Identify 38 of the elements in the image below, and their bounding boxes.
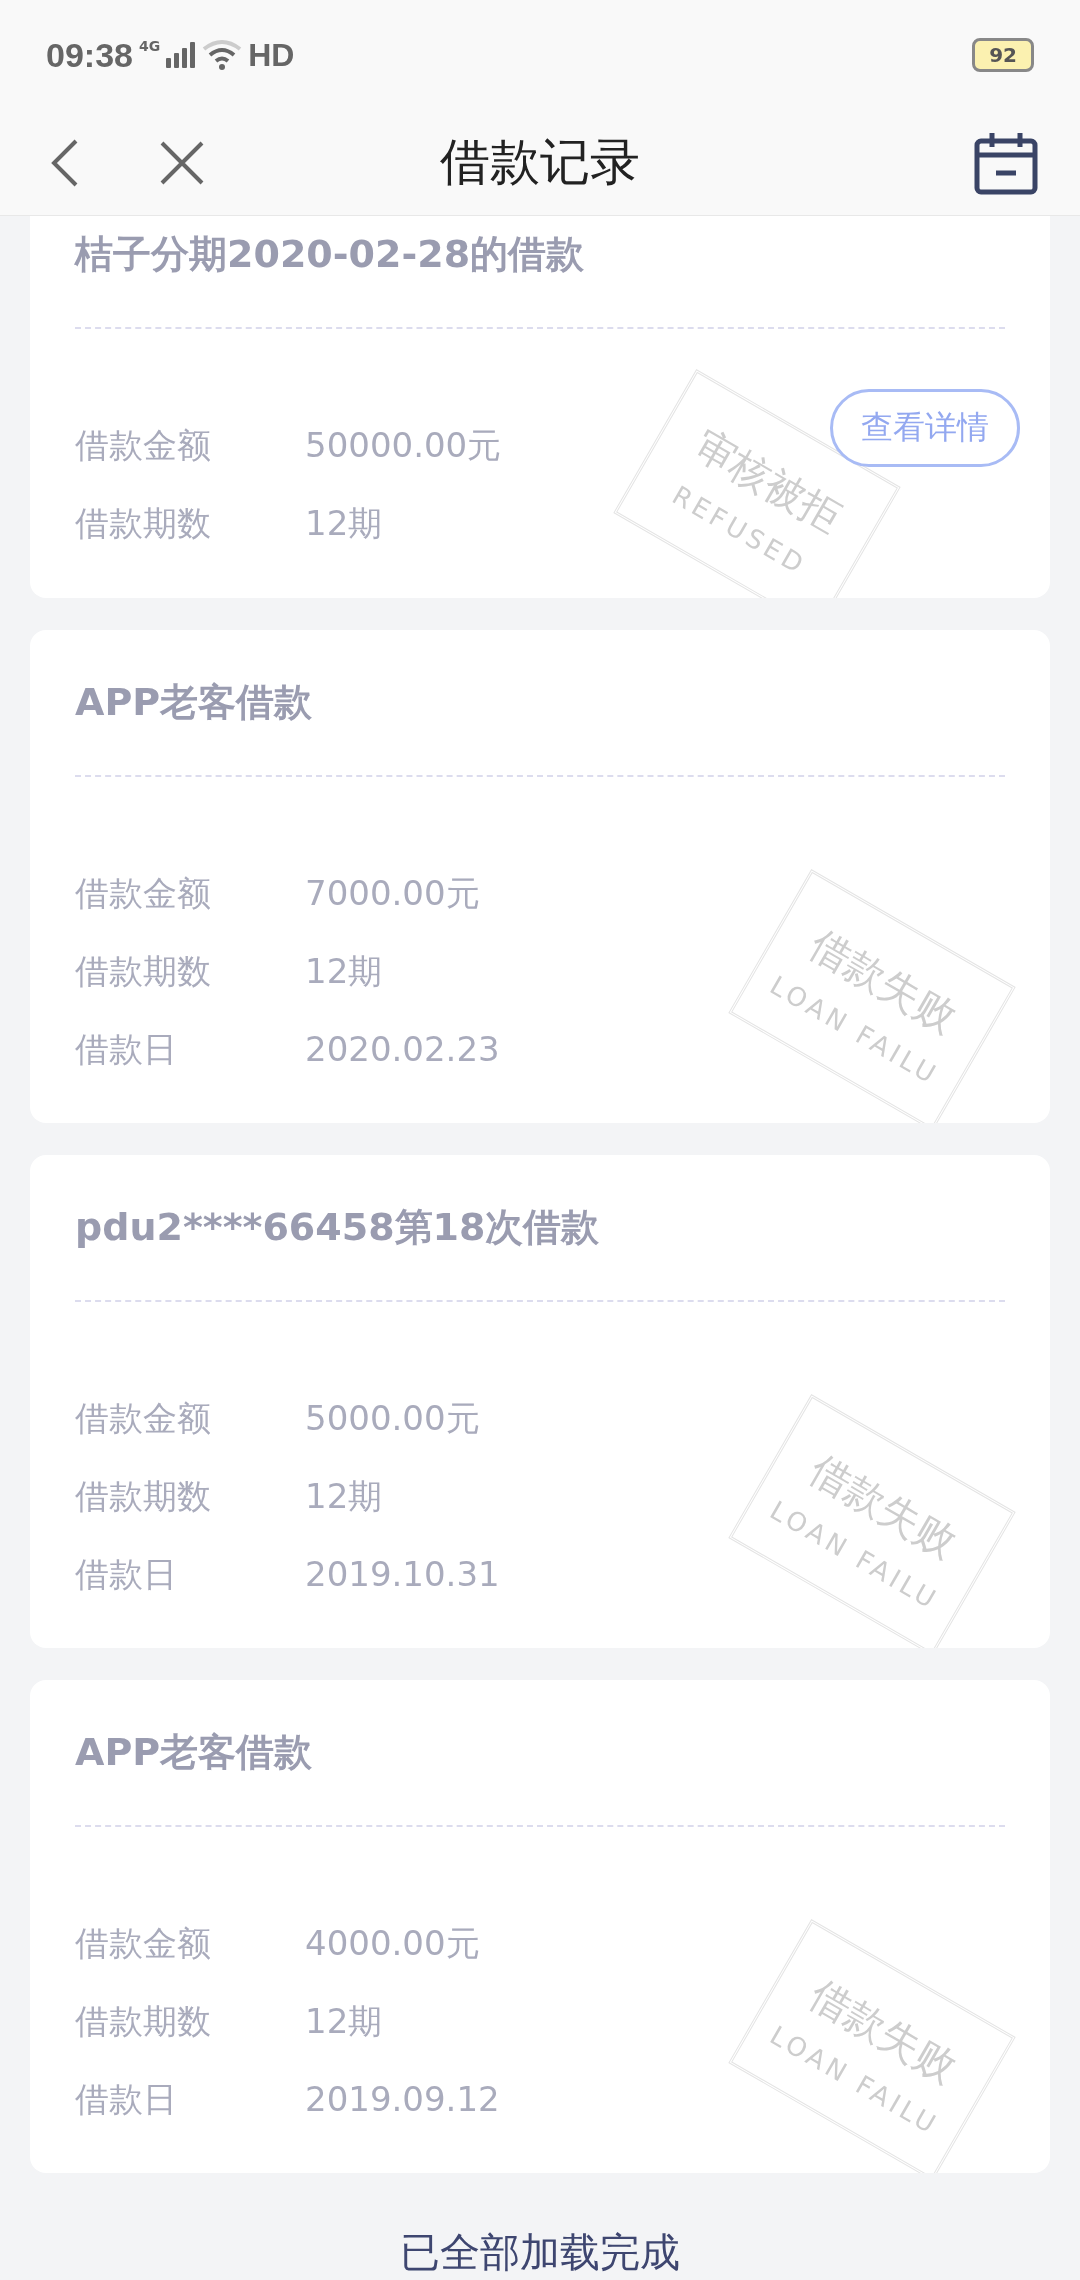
calendar-icon[interactable] [974,130,1038,195]
field-label: 借款日 [75,1552,178,1596]
field-label: 借款期数 [75,1474,212,1518]
field-value: 2019.09.12 [305,2077,500,2121]
network-type: 4G [138,38,161,54]
field-label: 借款期数 [75,1999,212,2043]
field-value: 5000.00元 [305,1396,480,1440]
field-value: 12期 [305,502,383,545]
field-label: 借款期数 [75,502,212,545]
field-value: 12期 [305,949,383,993]
battery-level: 92 [972,38,1034,72]
field-value: 4000.00元 [305,1921,480,1965]
back-icon[interactable] [50,137,80,188]
field-value: 50000.00元 [305,424,502,467]
field-label: 借款金额 [75,424,212,467]
loan-title: 桔子分期2020-02-28的借款 [75,231,586,278]
loan-title: pdu2****66458第18次借款 [75,1203,601,1251]
field-label: 借款日 [75,1027,178,1071]
field-label: 借款金额 [75,1921,212,1965]
field-label: 借款日 [75,2077,178,2121]
field-value: 12期 [305,1474,383,1518]
loan-title: APP老客借款 [75,678,314,726]
page-title: 借款记录 [440,132,640,193]
field-value: 7000.00元 [305,871,480,915]
field-label: 借款金额 [75,871,212,915]
load-complete-text: 已全部加载完成 [399,2228,681,2277]
close-icon[interactable] [160,140,204,185]
loan-title: APP老客借款 [75,1728,314,1776]
details-button[interactable]: 查看详情 [830,389,1020,467]
field-value: 12期 [305,1999,383,2043]
signal-icon [166,42,197,68]
field-label: 借款期数 [75,949,212,993]
wifi-icon [202,39,243,71]
field-value: 2019.10.31 [305,1552,500,1596]
status-time: 09:38 [46,35,133,75]
hd-indicator: HD [248,36,295,74]
field-value: 2020.02.23 [305,1027,500,1071]
field-label: 借款金额 [75,1396,212,1440]
